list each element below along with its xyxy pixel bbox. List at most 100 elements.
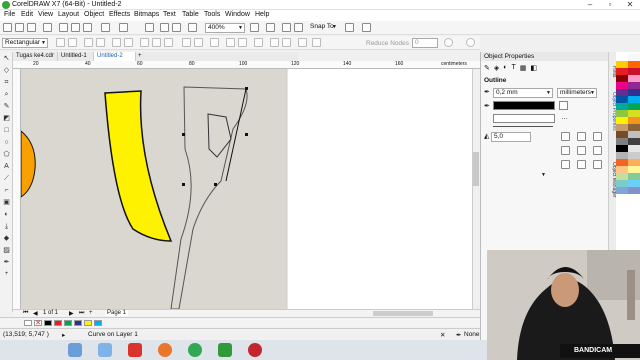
- palette-color-swatch[interactable]: [616, 131, 628, 138]
- add-tool-icon[interactable]: +: [2, 270, 11, 279]
- corner-bevel-icon[interactable]: [593, 132, 602, 141]
- menu-effects[interactable]: Effects: [109, 11, 130, 18]
- undo-icon[interactable]: [101, 23, 110, 32]
- position-center-icon[interactable]: [577, 160, 586, 169]
- corner-miter-icon[interactable]: [561, 132, 570, 141]
- position-outside-icon[interactable]: [561, 160, 570, 169]
- palette-color-swatch[interactable]: [616, 152, 628, 159]
- eyedropper-tool-icon[interactable]: ⤓: [2, 222, 11, 231]
- selection-mode-combo[interactable]: Rectangular ▼: [2, 38, 48, 48]
- selection-handle[interactable]: [182, 183, 185, 186]
- palette-color-swatch[interactable]: [628, 89, 640, 96]
- yellow-curve-shape[interactable]: [104, 90, 173, 242]
- text-category-icon[interactable]: T: [512, 64, 516, 74]
- palette-color-swatch[interactable]: [616, 89, 628, 96]
- connector-tool-icon[interactable]: ⌐: [2, 186, 11, 195]
- wrap-icon[interactable]: [466, 38, 475, 47]
- tab-untitled-2[interactable]: Untitled-2: [94, 52, 136, 61]
- palette-color-swatch[interactable]: [616, 96, 628, 103]
- menu-tools[interactable]: Tools: [204, 11, 220, 18]
- fill-category-icon[interactable]: ◈: [494, 64, 499, 74]
- palette-swatch-yellow[interactable]: [84, 320, 92, 326]
- horizontal-ruler[interactable]: 20 40 60 80 100 120 140 160 centimeters: [13, 61, 480, 69]
- first-page-icon[interactable]: ⏮: [23, 310, 28, 317]
- cap-extended-icon[interactable]: [593, 146, 602, 155]
- new-document-icon[interactable]: [3, 23, 12, 32]
- vertical-scrollbar[interactable]: [472, 69, 480, 309]
- align-nodes-icon[interactable]: [254, 38, 263, 47]
- smooth-node-icon[interactable]: [152, 38, 161, 47]
- horizontal-scroll-thumb[interactable]: [373, 311, 433, 316]
- last-page-icon[interactable]: ⏭: [79, 310, 84, 317]
- palette-color-swatch[interactable]: [616, 166, 628, 173]
- freehand-tool-icon[interactable]: ✎: [2, 102, 11, 111]
- file-explorer-icon[interactable]: [68, 343, 82, 357]
- palette-swatch-cyan[interactable]: [94, 320, 102, 326]
- menu-file[interactable]: File: [4, 11, 15, 18]
- bandicam-taskbar-icon[interactable]: [248, 343, 262, 357]
- palette-color-swatch[interactable]: [628, 103, 640, 110]
- palette-swatch[interactable]: [24, 320, 32, 326]
- palette-color-swatch[interactable]: [616, 75, 628, 82]
- rectangle-tool-icon[interactable]: □: [2, 126, 11, 135]
- maximize-icon[interactable]: ▫: [600, 0, 620, 10]
- export-icon[interactable]: [172, 23, 181, 32]
- palette-color-swatch[interactable]: [628, 173, 640, 180]
- palette-swatch-blue[interactable]: [74, 320, 82, 326]
- palette-color-swatch[interactable]: [616, 103, 628, 110]
- outline-curve-shape[interactable]: [170, 86, 248, 309]
- selection-handle[interactable]: [245, 133, 248, 136]
- color-dropdown-icon[interactable]: [559, 101, 568, 110]
- outline-pen-icon[interactable]: ✒: [2, 258, 11, 267]
- rulers-icon[interactable]: [266, 23, 275, 32]
- ellipse-tool-icon[interactable]: ○: [2, 138, 11, 147]
- to-line-icon[interactable]: [112, 38, 121, 47]
- outline-category-icon[interactable]: ✎: [484, 64, 490, 74]
- palette-color-swatch[interactable]: [628, 152, 640, 159]
- palette-color-swatch[interactable]: [616, 145, 628, 152]
- copy-icon[interactable]: [71, 23, 80, 32]
- palette-color-swatch[interactable]: [628, 110, 640, 117]
- palette-color-swatch[interactable]: [628, 82, 640, 89]
- miter-limit-input[interactable]: 5,0: [491, 132, 531, 142]
- reduce-nodes-button[interactable]: Reduce Nodes: [366, 40, 409, 47]
- palette-color-swatch[interactable]: [616, 159, 628, 166]
- menu-text[interactable]: Text: [163, 11, 176, 18]
- next-page-icon[interactable]: ▶: [69, 310, 74, 317]
- close-icon[interactable]: ✕: [620, 0, 640, 10]
- shape-tool-icon[interactable]: ◇: [2, 66, 11, 75]
- palette-color-swatch[interactable]: [616, 61, 628, 68]
- palette-color-swatch[interactable]: [628, 61, 640, 68]
- search-content-icon[interactable]: [145, 23, 154, 32]
- cut-icon[interactable]: [59, 23, 68, 32]
- paste-icon[interactable]: [83, 23, 92, 32]
- reverse-direction-icon[interactable]: [182, 38, 191, 47]
- drawing-canvas[interactable]: [21, 69, 472, 309]
- palette-color-swatch[interactable]: [628, 54, 640, 61]
- interactive-fill-icon[interactable]: ◆: [2, 234, 11, 243]
- menu-edit[interactable]: Edit: [21, 11, 33, 18]
- extract-subpath-icon[interactable]: [210, 38, 219, 47]
- smart-fill-tool-icon[interactable]: ▨: [2, 246, 11, 255]
- coreldraw-taskbar-icon[interactable]: [218, 343, 232, 357]
- palette-swatch-red[interactable]: [54, 320, 62, 326]
- palette-color-swatch[interactable]: [616, 68, 628, 75]
- palette-color-swatch[interactable]: [628, 75, 640, 82]
- import-icon[interactable]: [160, 23, 169, 32]
- outline-width-input[interactable]: 0,2 mm ▼: [493, 88, 553, 98]
- palette-color-swatch[interactable]: [628, 117, 640, 124]
- vertical-ruler[interactable]: [13, 69, 21, 309]
- menu-bitmaps[interactable]: Bitmaps: [134, 11, 159, 18]
- stretch-nodes-icon[interactable]: [226, 38, 235, 47]
- palette-color-swatch[interactable]: [628, 124, 640, 131]
- selection-handle[interactable]: [214, 183, 217, 186]
- to-curve-icon[interactable]: [124, 38, 133, 47]
- rotate-nodes-icon[interactable]: [238, 38, 247, 47]
- prev-page-icon[interactable]: ◀: [33, 310, 38, 317]
- palette-color-swatch[interactable]: [616, 138, 628, 145]
- elastic-mode-icon[interactable]: [298, 38, 307, 47]
- menu-layout[interactable]: Layout: [58, 11, 79, 18]
- palette-color-swatch[interactable]: [628, 145, 640, 152]
- transparency-tool-icon[interactable]: ◐: [2, 210, 11, 219]
- menu-object[interactable]: Object: [84, 11, 104, 18]
